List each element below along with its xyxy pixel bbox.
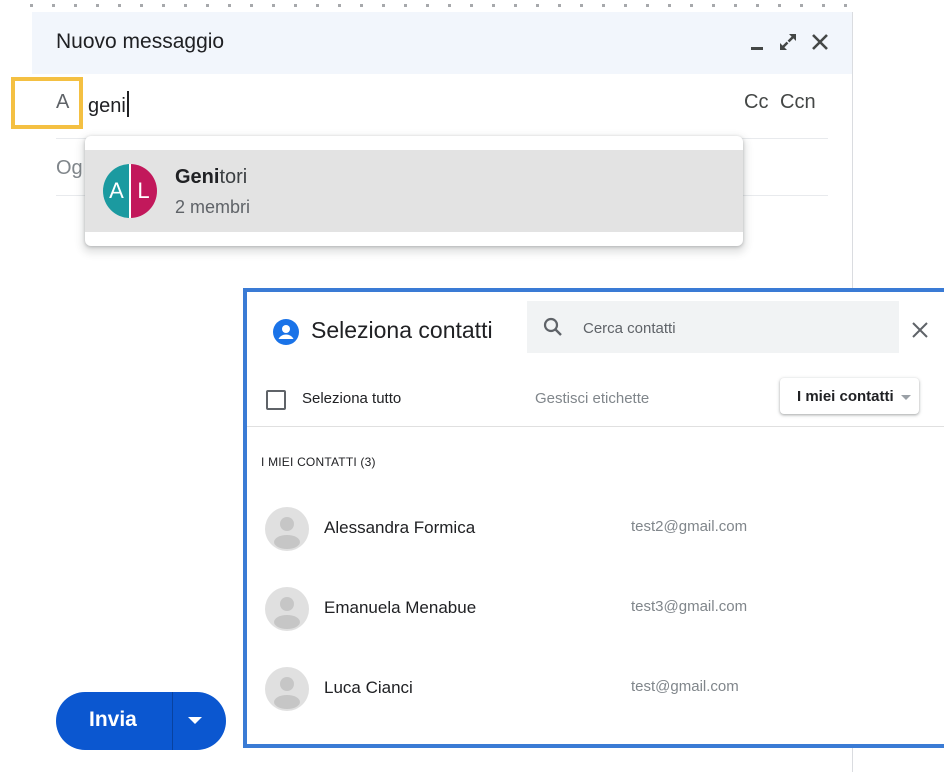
suggestion-item-genitori[interactable]: A L Genitori 2 membri	[85, 150, 743, 232]
avatar-letter-a: A	[103, 164, 130, 218]
to-input-text: geni	[88, 95, 126, 117]
subject-input[interactable]: Og	[56, 157, 83, 180]
picker-title: Seleziona contatti	[311, 317, 493, 343]
contact-name: Emanuela Menabue	[324, 598, 477, 617]
person-placeholder-icon	[274, 677, 300, 709]
suggestion-name-rest: tori	[219, 166, 248, 188]
person-placeholder-icon	[274, 517, 300, 549]
contact-search-box	[527, 301, 899, 353]
suggestion-name-match: Geni	[175, 166, 220, 188]
search-icon	[543, 317, 562, 336]
group-avatar: A L	[103, 164, 157, 218]
picker-close-icon[interactable]	[909, 319, 931, 341]
picker-divider	[247, 426, 944, 427]
send-button[interactable]: Invia	[56, 692, 226, 750]
contact-email: test3@gmail.com	[631, 598, 748, 615]
send-label: Invia	[89, 708, 137, 731]
contacts-section-label: I MIEI CONTATTI (3)	[261, 455, 376, 469]
text-caret	[126, 91, 129, 117]
contact-row[interactable]: Luca Cianci test@gmail.com	[247, 657, 944, 721]
person-placeholder-icon	[274, 597, 300, 629]
suggestion-members: 2 membri	[175, 197, 251, 217]
suggestion-name: Genitori	[175, 166, 247, 189]
avatar	[265, 507, 309, 551]
contact-row[interactable]: Emanuela Menabue test3@gmail.com	[247, 577, 944, 641]
select-all-label: Seleziona tutto	[302, 390, 402, 407]
contact-email: test2@gmail.com	[631, 518, 748, 535]
autocomplete-dropdown: A L Genitori 2 membri	[85, 136, 743, 246]
manage-labels-button[interactable]: Gestisci etichette	[535, 390, 649, 407]
contact-search-input[interactable]	[581, 311, 885, 345]
contact-email: test@gmail.com	[631, 678, 739, 695]
select-all-checkbox[interactable]	[266, 390, 286, 410]
minimize-icon[interactable]	[746, 30, 770, 54]
contact-group-dropdown-label: I miei contatti	[797, 388, 894, 405]
background-page-strip	[30, 0, 854, 12]
close-icon[interactable]	[808, 30, 832, 54]
chevron-down-icon	[901, 395, 911, 400]
compose-header: Nuovo messaggio	[32, 12, 852, 74]
to-field-highlight	[11, 77, 83, 129]
contact-name: Alessandra Formica	[324, 518, 476, 537]
expand-icon[interactable]	[776, 30, 800, 54]
send-options-arrow-icon[interactable]	[188, 717, 202, 724]
contact-group-dropdown[interactable]: I miei contatti	[780, 378, 919, 414]
contacts-person-icon	[273, 319, 299, 345]
cc-link[interactable]: Cc	[744, 91, 768, 114]
avatar	[265, 667, 309, 711]
avatar-letter-l: L	[130, 164, 157, 218]
send-separator	[172, 692, 173, 750]
avatar	[265, 587, 309, 631]
contact-picker-dialog: Seleziona contatti Seleziona tutto Gesti…	[243, 288, 944, 748]
compose-title: Nuovo messaggio	[56, 30, 225, 53]
contact-name: Luca Cianci	[324, 678, 413, 697]
contact-row[interactable]: Alessandra Formica test2@gmail.com	[247, 497, 944, 561]
to-input[interactable]: geni	[88, 91, 129, 118]
ccn-link[interactable]: Ccn	[780, 91, 816, 114]
avatar-separator	[129, 164, 131, 218]
